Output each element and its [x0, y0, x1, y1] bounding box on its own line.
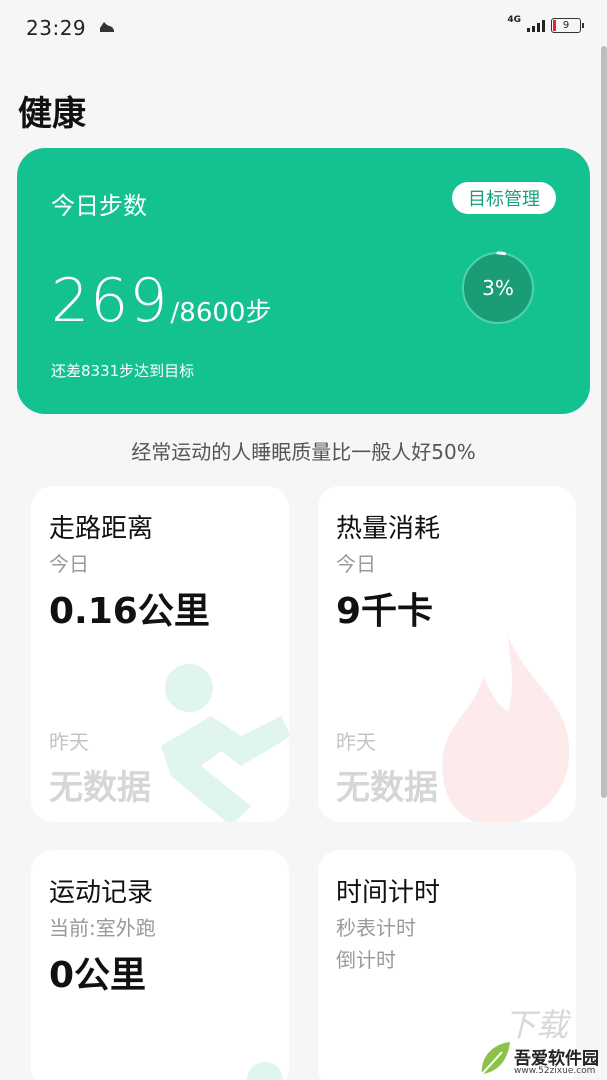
watermark-url: www.52zixue.com — [514, 1066, 596, 1076]
runner-icon-partial — [247, 1062, 283, 1080]
goal-management-button[interactable]: 目标管理 — [452, 182, 556, 214]
shoe-icon — [98, 19, 116, 38]
record-value: 0公里 — [49, 955, 147, 996]
scrollbar[interactable] — [601, 46, 607, 798]
calories-yesterday-label: 昨天 — [336, 730, 376, 754]
watermark-top-text: 下载 — [504, 1006, 569, 1044]
status-time: 23:29 — [26, 16, 87, 40]
walk-distance-card[interactable]: 走路距离 今日 0.16公里 昨天 无数据 — [31, 486, 289, 822]
calories-sub: 今日 — [336, 552, 376, 576]
countdown-item[interactable]: 倒计时 — [336, 944, 396, 973]
progress-label: 3% — [482, 276, 514, 300]
steps-count: 269 — [51, 266, 169, 336]
battery-level: 9 — [562, 20, 570, 31]
record-sub: 当前:室外跑 — [49, 916, 156, 940]
walk-title: 走路距离 — [49, 514, 154, 544]
flame-icon — [442, 636, 570, 822]
network-label: 4G — [507, 14, 521, 25]
stopwatch-item[interactable]: 秒表计时 — [336, 912, 416, 941]
health-tip: 经常运动的人睡眠质量比一般人好50% — [131, 440, 476, 464]
walk-yesterday-label: 昨天 — [49, 730, 89, 754]
watermark: 下载 吾爱软件园 www.52zixue.com — [478, 1000, 607, 1080]
steps-title: 今日步数 — [51, 192, 147, 220]
steps-value: 269 /8600步 — [51, 266, 271, 336]
runner-icon — [161, 664, 289, 822]
walk-sub: 今日 — [49, 552, 89, 576]
timer-title: 时间计时 — [336, 878, 441, 908]
calories-title: 热量消耗 — [336, 514, 441, 544]
exercise-record-card[interactable]: 运动记录 当前:室外跑 0公里 — [31, 850, 289, 1080]
walk-yesterday-value: 无数据 — [49, 768, 151, 808]
walk-value: 0.16公里 — [49, 591, 210, 632]
steps-card[interactable]: 今日步数 目标管理 269 /8600步 3% 还差8331步达到目标 — [17, 148, 590, 414]
page-title: 健康 — [18, 94, 86, 134]
status-bar: 23:29 4G 9 — [0, 0, 607, 56]
status-right: 4G 9 — [507, 14, 584, 33]
progress-ring: 3% — [459, 249, 537, 327]
battery-icon: 9 — [551, 18, 584, 33]
record-title: 运动记录 — [49, 878, 154, 908]
calories-yesterday-value: 无数据 — [336, 768, 438, 808]
calories-card[interactable]: 热量消耗 今日 9千卡 昨天 无数据 — [318, 486, 576, 822]
leaf-logo-icon — [481, 1042, 510, 1075]
signal-icon — [527, 19, 545, 32]
calories-value: 9千卡 — [336, 591, 434, 632]
steps-target: /8600步 — [170, 298, 272, 328]
steps-remaining: 还差8331步达到目标 — [51, 362, 195, 380]
